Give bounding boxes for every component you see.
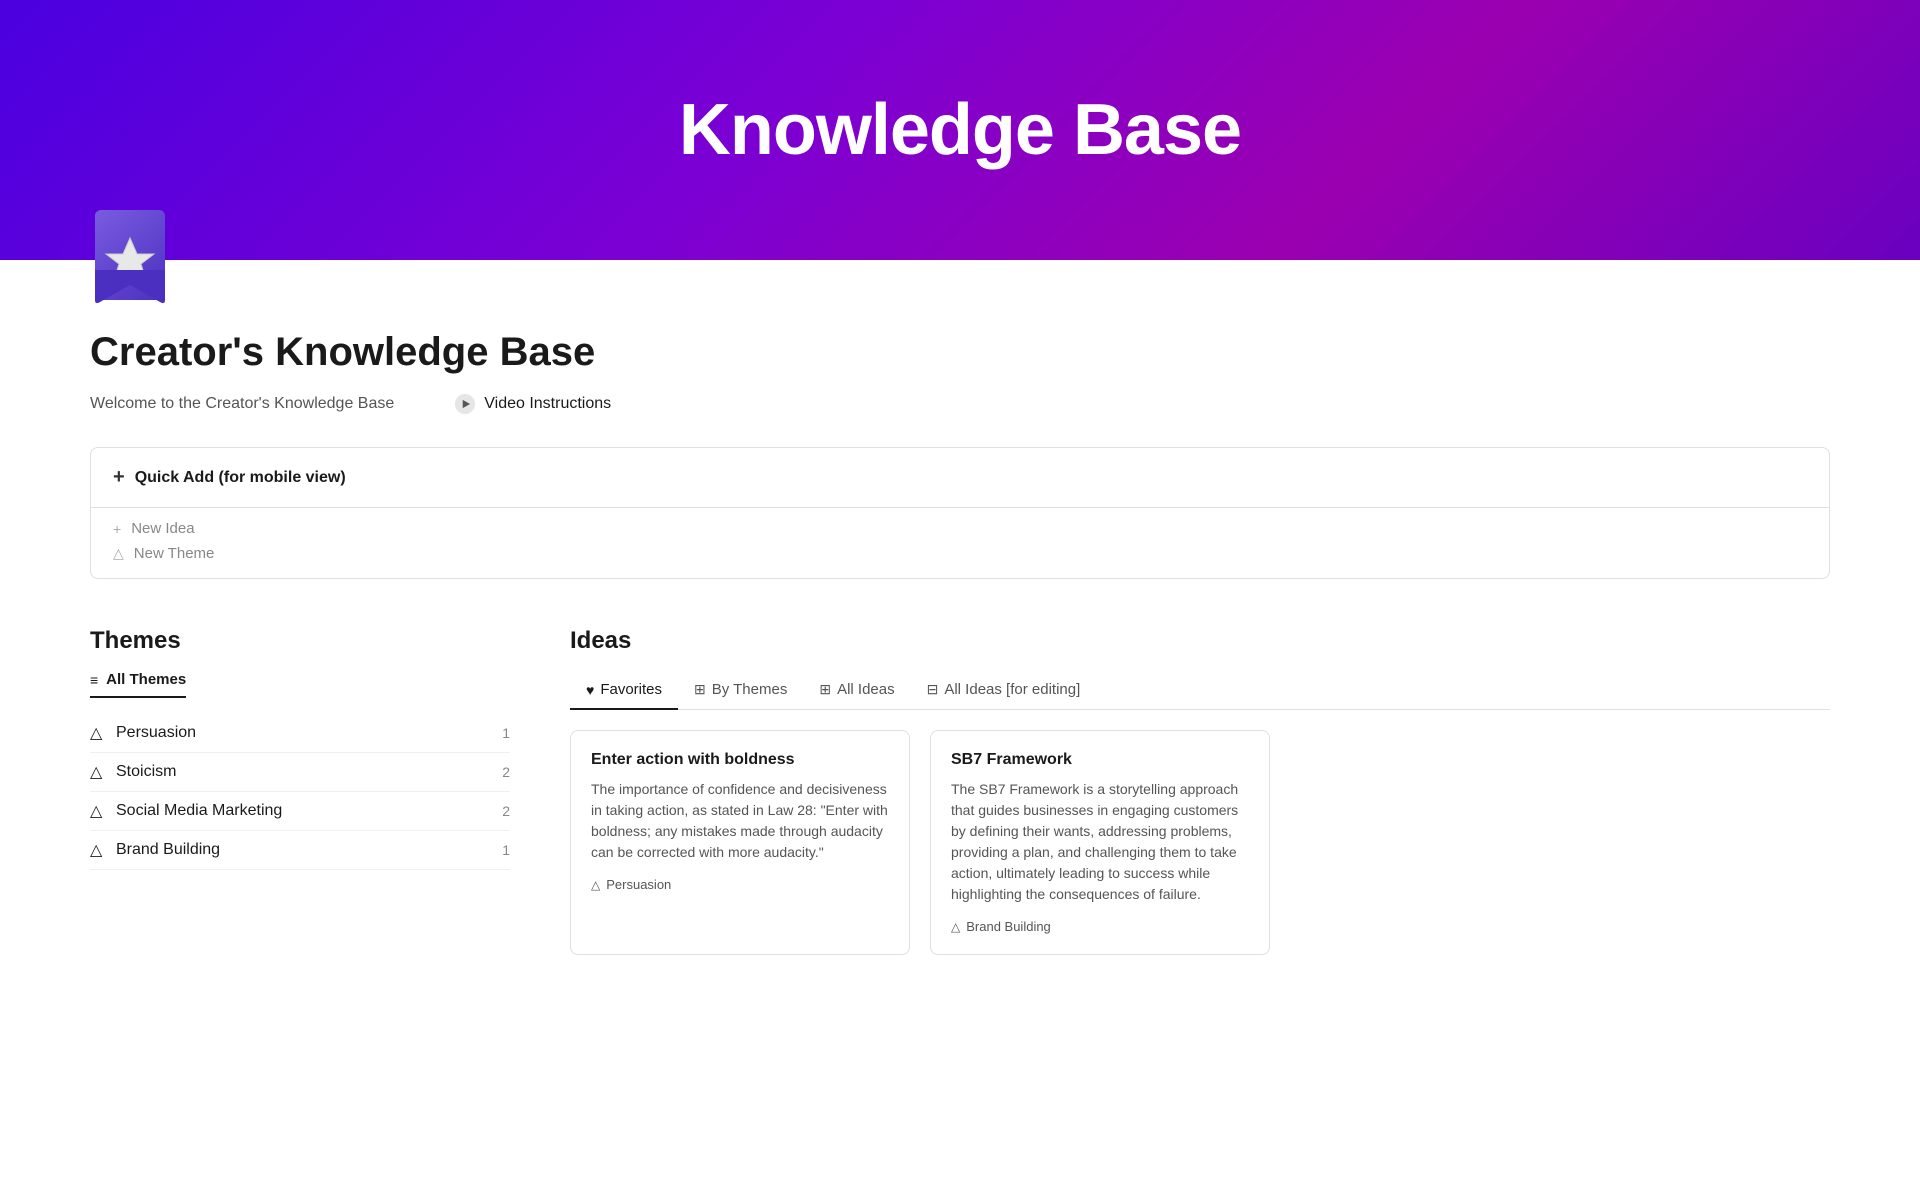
heart-icon: ♥: [586, 682, 594, 698]
new-theme-label: New Theme: [134, 545, 215, 562]
idea-card-tag-label-0: Persuasion: [606, 877, 671, 892]
themes-section: Themes ≡ All Themes △ Persuasion 1 △ Sto…: [90, 627, 510, 870]
idea-card-title-0: Enter action with boldness: [591, 751, 889, 769]
quick-add-label: Quick Add (for mobile view): [135, 469, 346, 487]
theme-count: 1: [502, 725, 510, 741]
theme-count: 1: [502, 842, 510, 858]
ideas-tabs: ♥ Favorites ⊞ By Themes ⊞ All Ideas ⊟ Al…: [570, 671, 1830, 710]
table-icon: ⊟: [927, 681, 939, 698]
idea-card-tag-1: △ Brand Building: [951, 919, 1249, 934]
theme-triangle-icon: △: [90, 803, 106, 819]
theme-item-brand-building[interactable]: △ Brand Building 1: [90, 831, 510, 870]
idea-card-tag-0: △ Persuasion: [591, 877, 889, 892]
all-themes-tab[interactable]: ≡ All Themes: [90, 671, 186, 698]
idea-card-desc-1: The SB7 Framework is a storytelling appr…: [951, 779, 1249, 905]
theme-name: Social Media Marketing: [116, 802, 282, 820]
tab-by-themes[interactable]: ⊞ By Themes: [678, 671, 803, 710]
quick-add-header[interactable]: + Quick Add (for mobile view): [91, 448, 1829, 508]
idea-card-title-1: SB7 Framework: [951, 751, 1249, 769]
theme-triangle-icon: △: [90, 725, 106, 741]
quick-add-plus-icon: +: [113, 466, 125, 489]
tag-triangle-icon-1: △: [951, 920, 960, 934]
tag-triangle-icon: △: [591, 878, 600, 892]
page-content: Creator's Knowledge Base Welcome to the …: [0, 330, 1920, 955]
theme-name: Persuasion: [116, 724, 196, 742]
theme-triangle-icon: △: [90, 764, 106, 780]
theme-item-social-media[interactable]: △ Social Media Marketing 2: [90, 792, 510, 831]
theme-name: Stoicism: [116, 763, 176, 781]
bookmark-icon: [90, 210, 170, 305]
themes-section-title: Themes: [90, 627, 510, 655]
grid-icon: ⊞: [694, 681, 706, 698]
header-title: Knowledge Base: [679, 89, 1241, 171]
theme-list: △ Persuasion 1 △ Stoicism 2 △ Social Med: [90, 714, 510, 870]
theme-count: 2: [502, 764, 510, 780]
ideas-section: Ideas ♥ Favorites ⊞ By Themes ⊞ All Idea…: [570, 627, 1830, 955]
tab-favorites-label: Favorites: [600, 681, 662, 698]
video-instructions-link[interactable]: Video Instructions: [454, 393, 611, 415]
new-idea-label: New Idea: [131, 520, 194, 537]
theme-count: 2: [502, 803, 510, 819]
new-theme-item[interactable]: △ New Theme: [113, 545, 1807, 562]
new-idea-item[interactable]: + New Idea: [113, 520, 1807, 537]
tab-all-ideas-editing-label: All Ideas [for editing]: [944, 681, 1080, 698]
theme-item-stoicism[interactable]: △ Stoicism 2: [90, 753, 510, 792]
list-icon: ≡: [90, 672, 98, 688]
tab-by-themes-label: By Themes: [712, 681, 788, 698]
bookmark-icon-container: [90, 210, 1920, 310]
ideas-section-title: Ideas: [570, 627, 1830, 655]
idea-card-tag-label-1: Brand Building: [966, 919, 1051, 934]
subtitle-text: Welcome to the Creator's Knowledge Base: [90, 395, 394, 413]
video-link-label: Video Instructions: [484, 395, 611, 413]
grid-icon-2: ⊞: [819, 681, 831, 698]
tab-all-ideas-editing[interactable]: ⊟ All Ideas [for editing]: [911, 671, 1097, 710]
idea-card-1[interactable]: SB7 Framework The SB7 Framework is a sto…: [930, 730, 1270, 955]
subtitle-row: Welcome to the Creator's Knowledge Base …: [90, 393, 1830, 415]
tab-all-ideas-label: All Ideas: [837, 681, 895, 698]
play-icon: [454, 393, 476, 415]
tab-all-ideas[interactable]: ⊞ All Ideas: [803, 671, 910, 710]
new-idea-icon: +: [113, 521, 121, 537]
theme-triangle-icon: △: [90, 842, 106, 858]
theme-item-persuasion[interactable]: △ Persuasion 1: [90, 714, 510, 753]
page-title: Creator's Knowledge Base: [90, 330, 1830, 375]
new-theme-icon: △: [113, 545, 124, 562]
tab-favorites[interactable]: ♥ Favorites: [570, 671, 678, 710]
quick-add-box: + Quick Add (for mobile view) + New Idea…: [90, 447, 1830, 579]
quick-add-items: + New Idea △ New Theme: [91, 508, 1829, 578]
idea-card-desc-0: The importance of confidence and decisiv…: [591, 779, 889, 863]
all-themes-label: All Themes: [106, 671, 186, 688]
theme-name: Brand Building: [116, 841, 220, 859]
ideas-cards: Enter action with boldness The importanc…: [570, 730, 1830, 955]
bottom-sections: Themes ≡ All Themes △ Persuasion 1 △ Sto…: [90, 627, 1830, 955]
idea-card-0[interactable]: Enter action with boldness The importanc…: [570, 730, 910, 955]
